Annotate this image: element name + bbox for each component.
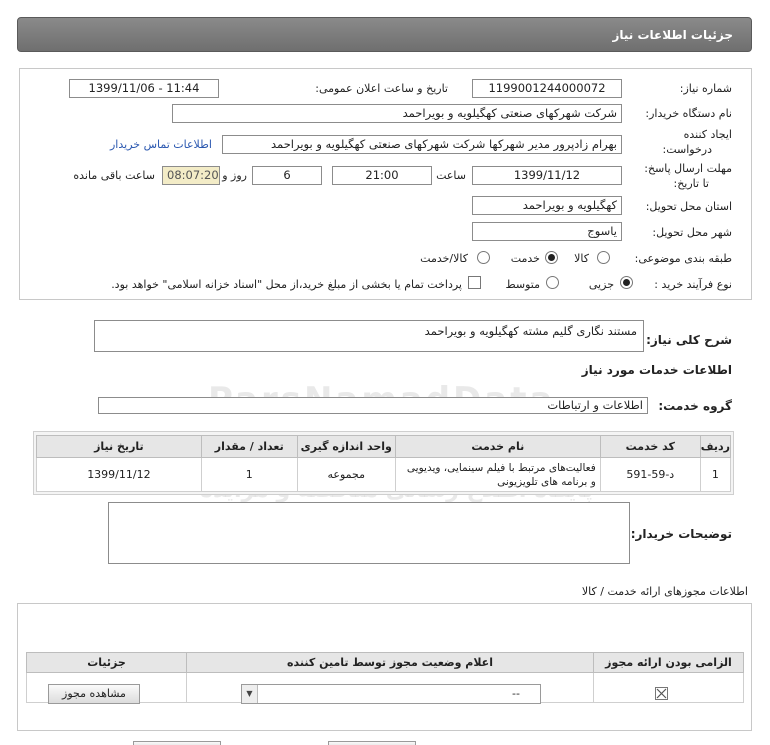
remaining-label: ساعت باقی مانده — [73, 169, 155, 182]
creator-label-2: درخواست: — [662, 143, 712, 156]
col-date: تاریخ نیاز — [36, 435, 202, 458]
buyer-notes-box — [108, 502, 630, 564]
announce-label: تاریخ و ساعت اعلان عمومی: — [315, 82, 448, 95]
treasury-payment-note: پرداخت تمام یا بخشی از مبلغ خرید،از محل … — [111, 278, 462, 291]
remaining-timer: 08:07:20 — [162, 166, 220, 185]
col-code: کد خدمت — [599, 435, 701, 458]
days-field: 6 — [252, 166, 322, 185]
col-index: ردیف — [699, 435, 732, 458]
services-section-title: اطلاعات خدمات مورد نیاز — [581, 363, 732, 377]
province-label: استان محل تحویل: — [645, 200, 732, 213]
category-goods-service-label: کالا/خدمت — [420, 252, 468, 265]
cell-name: فعالیت‌های مرتبط با فیلم سینمایی، ویدیوی… — [394, 457, 601, 492]
deadline-label-2: تا تاریخ: — [673, 177, 709, 190]
view-permit-button[interactable]: مشاهده مجوز — [48, 684, 140, 704]
process-radio-minor[interactable] — [620, 276, 633, 289]
bottom-button-left[interactable] — [133, 741, 221, 745]
services-table: ردیف کد خدمت نام خدمت واحد اندازه گیری ت… — [36, 435, 732, 492]
process-medium-label: متوسط — [505, 278, 540, 291]
category-radio-service[interactable] — [545, 251, 558, 264]
permit-status-select[interactable]: ▼ -- — [241, 684, 541, 704]
buyer-contact-link[interactable]: اطلاعات تماس خریدار — [110, 138, 212, 151]
permit-required-checkbox-icon — [655, 687, 668, 700]
buyer-notes-label: توضیحات خریدار: — [630, 527, 732, 541]
deadline-label-1: مهلت ارسال پاسخ: — [644, 162, 732, 175]
permit-col-required: الزامی بودن ارائه مجوز — [593, 652, 744, 673]
col-name: نام خدمت — [394, 435, 601, 458]
service-group-field: اطلاعات و ارتباطات — [98, 397, 648, 414]
process-radio-medium[interactable] — [546, 276, 559, 289]
permit-status-value: -- — [512, 687, 520, 700]
creator-label-1: ایجاد کننده — [683, 128, 732, 141]
category-label: طبقه بندی موضوعی: — [634, 252, 732, 265]
process-label: نوع فرآیند خرید : — [654, 278, 732, 291]
summary-box: مستند نگاری گلیم مشته کهگیلویه و بویراحم… — [94, 320, 644, 352]
deadline-time-label: ساعت — [436, 169, 466, 182]
process-minor-label: جزیی — [588, 278, 614, 291]
cell-code: د-59-591 — [599, 457, 701, 492]
permit-col-details: جزئیات — [26, 652, 187, 673]
col-qty: تعداد / مقدار — [200, 435, 298, 458]
page-title: جزئیات اطلاعات نیاز — [612, 28, 733, 42]
cell-index: 1 — [699, 457, 732, 492]
city-label: شهر محل تحویل: — [652, 226, 732, 239]
province-field: کهگیلویه و بویراحمد — [472, 196, 622, 215]
deadline-time-field: 21:00 — [332, 166, 432, 185]
need-number-field: 1199001244000072 — [472, 79, 622, 98]
buyer-org-field: شرکت شهرکهای صنعتی کهگیلویه و بویراحمد — [172, 104, 622, 123]
creator-field: بهرام زادپرور مدیر شهرکها شرکت شهرکهای ص… — [222, 135, 622, 154]
permits-title: اطلاعات مجوزهای ارائه خدمت / کالا — [581, 585, 748, 598]
service-group-label: گروه خدمت: — [658, 399, 732, 413]
need-number-label: شماره نیاز: — [679, 82, 732, 95]
summary-text: مستند نگاری گلیم مشته کهگیلویه و بویراحم… — [424, 324, 637, 338]
category-goods-label: کالا — [574, 252, 589, 265]
days-label: روز و — [222, 169, 247, 182]
deadline-date-field: 1399/11/12 — [472, 166, 622, 185]
category-radio-goods[interactable] — [597, 251, 610, 264]
col-unit: واحد اندازه گیری — [296, 435, 396, 458]
cell-unit: مجموعه — [296, 457, 396, 492]
page-header: جزئیات اطلاعات نیاز — [17, 17, 752, 52]
permit-col-status: اعلام وضعیت مجوز توسط تامین کننده — [186, 652, 594, 673]
category-radio-goods-service[interactable] — [477, 251, 490, 264]
chevron-down-icon: ▼ — [242, 685, 258, 703]
category-service-label: خدمت — [510, 252, 540, 265]
city-field: یاسوج — [472, 222, 622, 241]
permit-required-cell — [593, 672, 744, 703]
bottom-button-right[interactable] — [328, 741, 416, 745]
cell-date: 1399/11/12 — [36, 457, 202, 492]
announce-field: 1399/11/06 - 11:44 — [69, 79, 219, 98]
treasury-payment-checkbox[interactable] — [468, 276, 481, 289]
summary-label: شرح کلی نیاز: — [646, 333, 732, 347]
table-row: 1 د-59-591 فعالیت‌های مرتبط با فیلم سینم… — [36, 457, 732, 492]
cell-qty: 1 — [200, 457, 298, 492]
buyer-org-label: نام دستگاه خریدار: — [645, 107, 732, 120]
